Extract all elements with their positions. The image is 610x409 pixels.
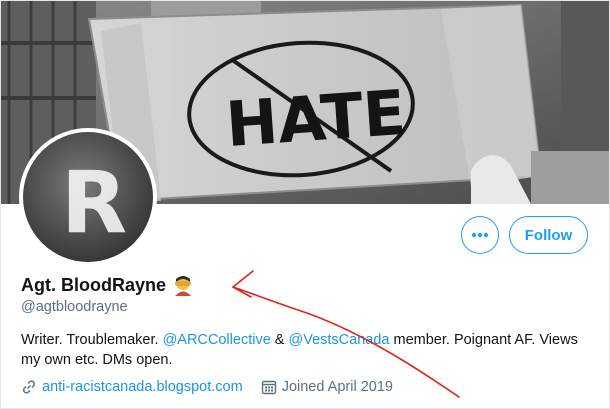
mention-arccollective-link[interactable]: @ARCCollective bbox=[163, 332, 271, 348]
name-row: Agt. BloodRayne bbox=[21, 274, 194, 296]
link-icon bbox=[22, 380, 36, 394]
website-link[interactable]: anti-racistcanada.blogspot.com bbox=[42, 379, 243, 395]
avatar-image: R bbox=[23, 132, 153, 262]
bio-text-2: & bbox=[270, 332, 289, 348]
more-options-button[interactable] bbox=[461, 216, 499, 254]
see-no-evil-person-emoji-icon bbox=[175, 276, 192, 296]
display-name: Agt. BloodRayne bbox=[21, 274, 167, 295]
handle: @agtbloodrayne bbox=[21, 299, 128, 315]
follow-button[interactable]: Follow bbox=[509, 216, 588, 254]
profile-meta-row: anti-racistcanada.blogspot.com Joined Ap… bbox=[21, 379, 393, 395]
mention-vestscanada-link[interactable]: @VestsCanada bbox=[289, 332, 390, 348]
calendar-icon bbox=[261, 380, 276, 395]
banner-sign-text: HATE bbox=[224, 76, 408, 161]
ellipsis-icon bbox=[471, 232, 489, 238]
joined-date: Joined April 2019 bbox=[281, 379, 393, 395]
profile-card: HATE R Follow Agt. BloodRayne @agtbloodr… bbox=[0, 0, 610, 409]
avatar[interactable]: R bbox=[19, 128, 157, 266]
bio: Writer. Troublemaker. @ARCCollective & @… bbox=[21, 330, 601, 370]
bio-text-1: Writer. Troublemaker. bbox=[21, 332, 163, 348]
avatar-letter: R bbox=[61, 153, 127, 253]
